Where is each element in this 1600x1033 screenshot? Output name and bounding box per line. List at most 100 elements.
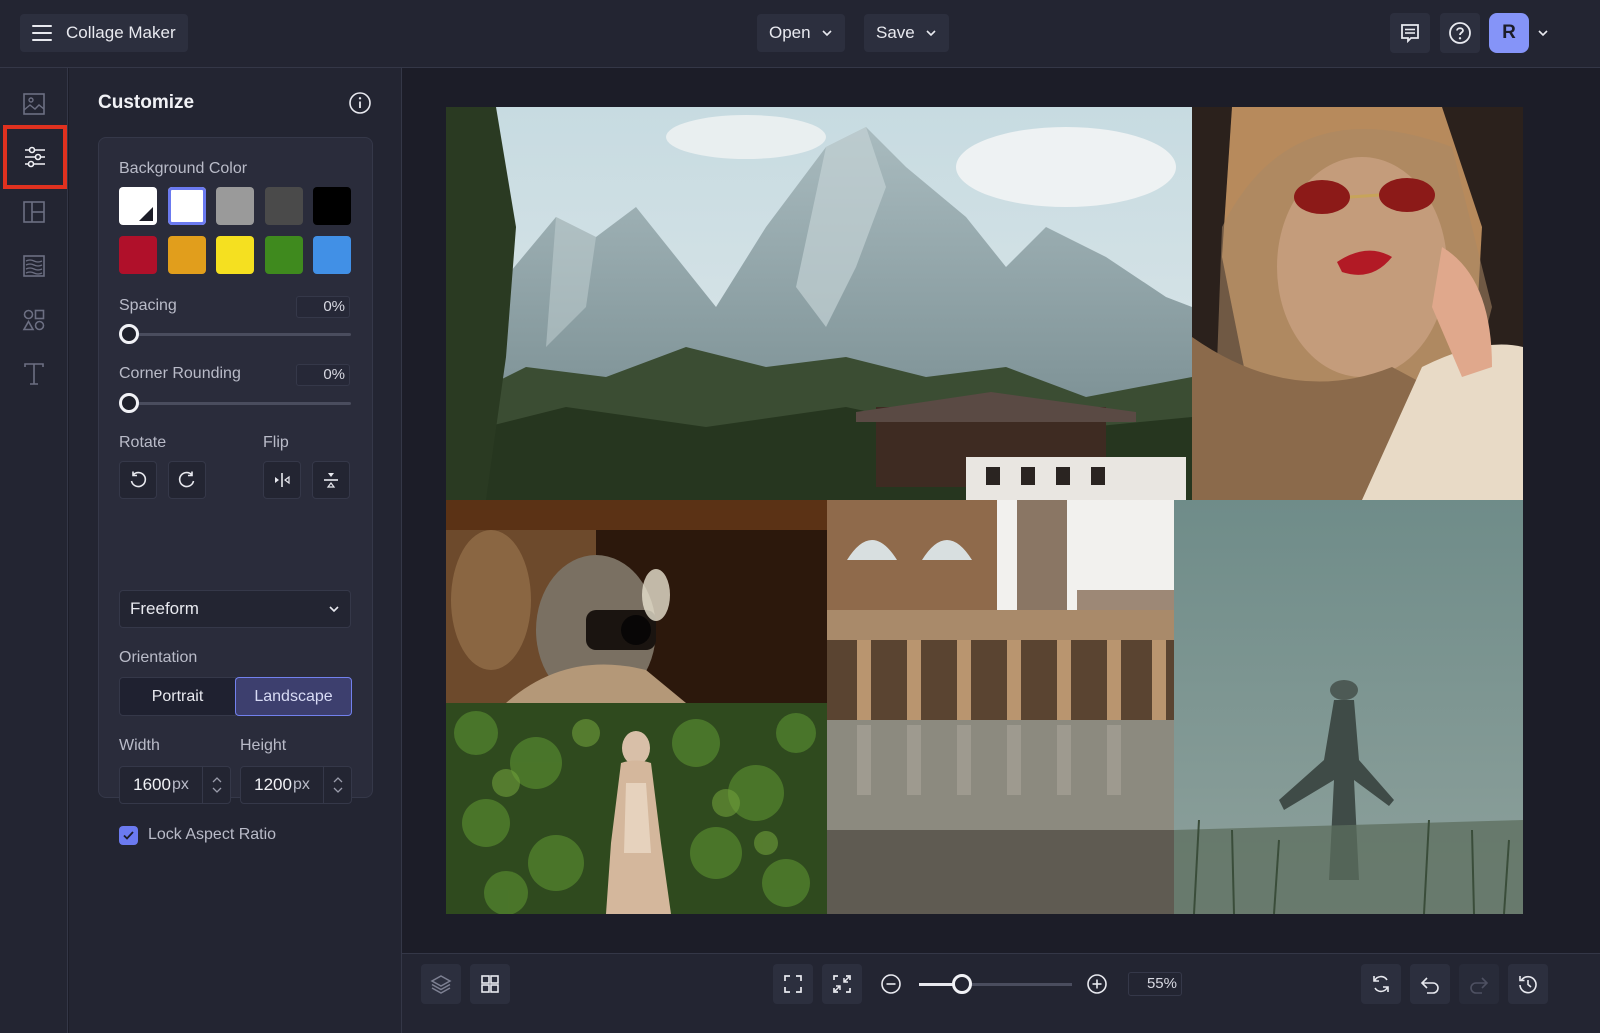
photo-water-reflection[interactable] [1174,500,1523,914]
color-swatch[interactable] [216,187,254,225]
chevron-up-icon[interactable] [212,777,222,783]
width-unit: px [171,776,189,793]
collage-canvas[interactable] [446,107,1523,914]
spacing-label: Spacing [119,297,177,314]
rail-item-photos[interactable] [6,77,62,131]
flip-horizontal-button[interactable] [263,461,301,499]
rail-item-graphics[interactable] [6,293,62,347]
help-button[interactable] [1440,13,1480,53]
panel-title: Customize [98,92,195,113]
photo-mountain-landscape[interactable] [446,107,1192,500]
swatch-transparent[interactable] [119,187,157,225]
transparent-corner-icon [139,207,153,221]
width-label: Width [119,737,160,754]
height-field[interactable]: 1200 px [240,766,352,804]
hamburger-menu-icon [32,25,52,41]
rotate-right-button[interactable] [168,461,206,499]
flip-vertical-button[interactable] [312,461,350,499]
texture-icon [23,255,45,277]
fullscreen-button[interactable] [773,964,813,1004]
statue-hedge-image [446,703,827,914]
color-swatch[interactable] [313,236,351,274]
history-icon [1519,975,1537,994]
corner-rounding-value[interactable]: 0% [296,364,350,386]
settings-card: Background Color Spacing 0% Corner Round… [98,137,373,845]
rail-item-backgrounds[interactable] [6,239,62,293]
zoom-in-icon[interactable] [1086,973,1108,995]
water-reflection-image [1174,500,1523,914]
height-stepper[interactable] [323,767,351,803]
rail-item-customize[interactable] [3,125,67,189]
color-swatch[interactable] [264,187,303,225]
height-value[interactable]: 1200 [254,775,292,795]
undo-button[interactable] [1410,964,1450,1004]
layers-button[interactable] [421,964,461,1004]
zoom-slider-handle[interactable] [951,974,972,994]
height-label: Height [240,737,287,754]
spacing-slider-handle[interactable] [119,324,139,344]
aspect-ratio-select[interactable]: Freeform [119,590,351,628]
chevron-down-icon[interactable] [212,787,222,793]
flip-horizontal-icon [275,473,290,487]
chevron-up-icon[interactable] [333,777,343,783]
roman-baths-image [827,500,1174,914]
color-swatch[interactable] [119,236,157,274]
photo-woman-sunglasses[interactable] [1192,107,1523,500]
zoom-level-value[interactable]: 55% [1128,972,1182,996]
zoom-out-icon[interactable] [880,973,902,995]
chevron-down-icon [329,606,339,613]
rail-item-layouts[interactable] [6,185,62,239]
corner-rounding-slider-handle[interactable] [119,393,139,413]
orientation-landscape-button[interactable]: Landscape [235,677,352,716]
spacing-slider-track[interactable] [127,333,351,336]
shrink-icon [833,975,851,993]
image-icon [23,93,45,115]
redo-button[interactable] [1459,964,1499,1004]
top-bar: Collage Maker Open Save R [0,0,1600,68]
orientation-label: Orientation [119,649,198,666]
corner-rounding-slider-track[interactable] [127,402,351,405]
user-avatar[interactable]: R [1489,13,1529,53]
expand-icon [784,975,802,993]
feedback-button[interactable] [1390,13,1430,53]
color-swatch[interactable] [216,236,254,274]
chevron-down-icon [822,30,832,37]
photo-statue-hedge[interactable] [446,703,827,914]
chevron-down-icon[interactable] [1537,27,1549,39]
info-icon[interactable] [348,91,372,115]
photo-roman-baths[interactable] [827,500,1174,914]
save-menu-button[interactable]: Save [864,14,949,52]
color-swatch[interactable] [167,187,206,225]
width-stepper[interactable] [202,767,230,803]
grid-view-button[interactable] [470,964,510,1004]
app-menu-button[interactable]: Collage Maker [20,14,188,52]
rotate-cw-icon [178,471,195,488]
rail-item-text[interactable] [6,347,62,401]
width-field[interactable]: 1600 px [119,766,231,804]
history-button[interactable] [1508,964,1548,1004]
color-swatch[interactable] [167,236,206,274]
height-unit: px [292,776,310,793]
lock-aspect-label[interactable]: Lock Aspect Ratio [148,826,276,844]
chevron-down-icon [926,30,936,37]
color-swatch[interactable] [313,187,351,225]
orientation-portrait-button[interactable]: Portrait [119,677,236,716]
chevron-down-icon[interactable] [333,787,343,793]
open-menu-button[interactable]: Open [757,14,845,52]
corner-rounding-label: Corner Rounding [119,365,241,382]
customize-panel: Customize Background Color Spacing 0% Co… [69,68,402,1033]
rotate-label: Rotate [119,434,167,451]
spacing-value[interactable]: 0% [296,296,350,318]
redo-icon [1470,977,1489,994]
shapes-icon [22,309,45,331]
photo-woman-camera[interactable] [446,500,827,703]
flip-vertical-icon [324,473,338,488]
color-swatch[interactable] [264,236,303,274]
feedback-icon [1401,24,1419,44]
rotate-left-button[interactable] [119,461,157,499]
lock-aspect-checkbox[interactable] [119,826,138,845]
width-value[interactable]: 1600 [133,775,171,795]
fit-to-screen-button[interactable] [822,964,862,1004]
reset-button[interactable] [1361,964,1401,1004]
woman-sunglasses-image [1192,107,1523,500]
